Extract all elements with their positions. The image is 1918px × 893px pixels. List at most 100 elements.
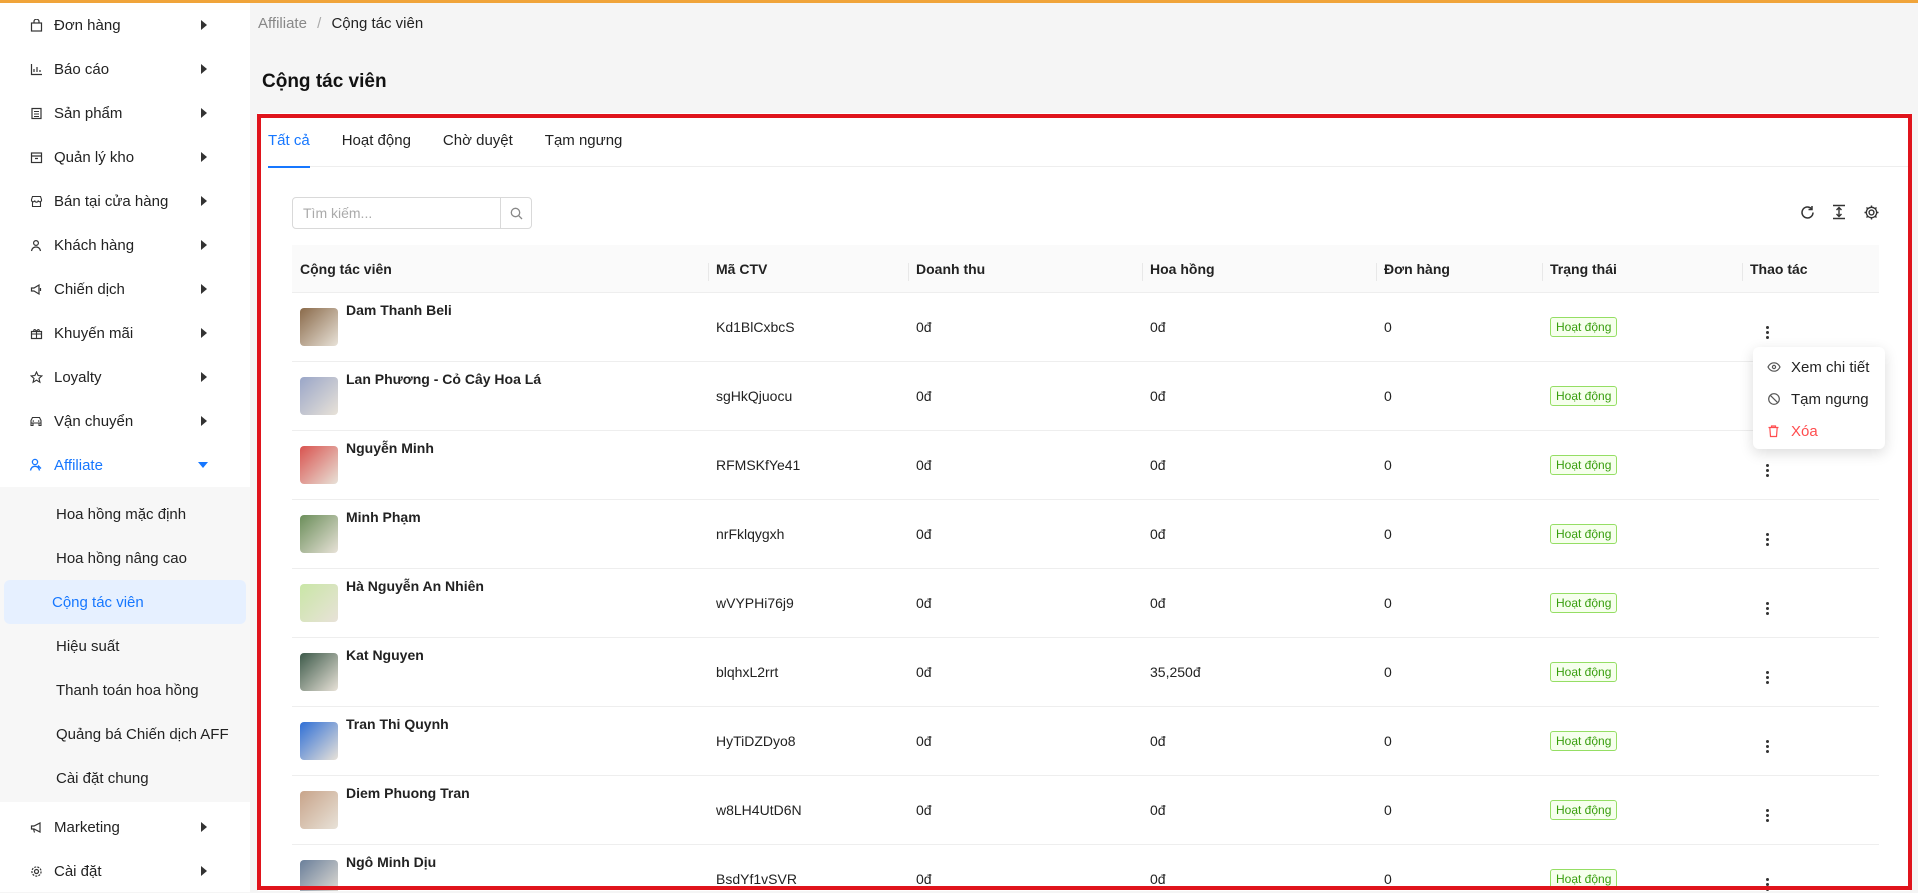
avatar [300, 584, 338, 622]
status-cell: Hoạt động [1542, 317, 1742, 337]
column-header: Thao tác [1742, 261, 1879, 281]
sidebar-item-top-1[interactable]: Báo cáo [0, 47, 250, 91]
bar-chart-icon [28, 61, 44, 77]
gear-icon[interactable] [1862, 203, 1880, 221]
sidebar-item-top-3[interactable]: Quản lý kho [0, 135, 250, 179]
affiliate-code: BsdYf1vSVR [716, 871, 797, 887]
chevron-right-icon [201, 328, 207, 338]
sidebar-subitem-4[interactable]: Thanh toán hoa hồng [4, 668, 246, 712]
sidebar-item-affiliate[interactable]: Affiliate [0, 443, 250, 487]
avatar [300, 860, 338, 891]
table-row[interactable]: Lan Phương - Cỏ Cây Hoa Lá sgHkQjuocu 0đ 0đ… [292, 362, 1879, 431]
avatar [300, 515, 338, 553]
sidebar-item-label: Đơn hàng [54, 16, 121, 34]
tab-0[interactable]: Tất cả [268, 113, 310, 168]
sidebar-item-top-2[interactable]: Sản phẩm [0, 91, 250, 135]
table-row[interactable]: Minh Phạm nrFklqygxh 0đ 0đ 0 Hoạt động [292, 500, 1879, 569]
revenue-value: 0đ [916, 733, 932, 749]
sidebar-item-label: Affiliate [54, 456, 103, 474]
affiliate-name[interactable]: Lan Phương - Cỏ Cây Hoa Lá [346, 371, 541, 387]
sidebar-item-label: Bán tại cửa hàng [54, 192, 169, 210]
sidebar-item-bottom-1[interactable]: Cài đặt [0, 849, 250, 893]
view-detail-item[interactable]: Xem chi tiết [1753, 351, 1885, 383]
sidebar-subitem-5[interactable]: Quảng bá Chiến dịch AFF [4, 712, 246, 756]
affiliate-name[interactable]: Diem Phuong Tran [346, 785, 470, 801]
sidebar-item-top-9[interactable]: Vận chuyển [0, 399, 250, 443]
sidebar-item-top-5[interactable]: Khách hàng [0, 223, 250, 267]
tab-3[interactable]: Tạm ngưng [545, 113, 623, 167]
affiliate-name[interactable]: Dam Thanh Beli [346, 302, 452, 318]
actions-cell [1742, 523, 1879, 546]
table-row[interactable]: Dam Thanh Beli Kd1BlCxbcS 0đ 0đ 0 Hoạt động [292, 293, 1879, 362]
more-vertical-icon[interactable] [1762, 463, 1772, 477]
orders-count: 0 [1384, 664, 1392, 680]
affiliate-name[interactable]: Minh Phạm [346, 509, 421, 525]
table-row[interactable]: Tran Thi Quynh HyTiDZDyo8 0đ 0đ 0 Hoạt động [292, 707, 1879, 776]
status-badge: Hoạt động [1550, 317, 1618, 337]
table-row[interactable]: Diem Phuong Tran w8LH4UtD6N 0đ 0đ 0 Hoạt động [292, 776, 1879, 845]
sidebar-subitem-0[interactable]: Hoa hồng mặc định [4, 492, 246, 536]
more-vertical-icon[interactable] [1762, 808, 1772, 822]
status-cell: Hoạt động [1542, 731, 1742, 751]
star-icon [28, 369, 44, 385]
affiliate-user: Hà Nguyễn An Nhiên [300, 578, 708, 622]
chevron-right-icon [201, 372, 207, 382]
suspend-item[interactable]: Tạm ngưng [1753, 383, 1885, 415]
chevron-right-icon [201, 284, 207, 294]
sidebar-item-top-4[interactable]: Bán tại cửa hàng [0, 179, 250, 223]
column-header: Đơn hàng [1376, 261, 1542, 281]
more-vertical-icon[interactable] [1762, 532, 1772, 546]
search-box [292, 197, 532, 229]
breadcrumb-root[interactable]: Affiliate [258, 15, 307, 32]
sidebar-item-top-7[interactable]: Khuyến mãi [0, 311, 250, 355]
affiliate-name[interactable]: Kat Nguyen [346, 647, 424, 663]
affiliate-user: Diem Phuong Tran [300, 785, 708, 829]
affiliate-cell: Diem Phuong Tran [292, 785, 708, 829]
affiliate-name[interactable]: Hà Nguyễn An Nhiên [346, 578, 484, 594]
main-content: Affiliate / Cộng tác viên Cộng tác viên … [250, 3, 1918, 892]
megaphone-icon [28, 281, 44, 297]
affiliate-name[interactable]: Nguyễn Minh [346, 440, 434, 456]
sidebar-subitem-2[interactable]: Cộng tác viên [4, 580, 246, 624]
more-vertical-icon[interactable] [1762, 739, 1772, 753]
column-height-icon[interactable] [1830, 203, 1848, 221]
more-vertical-icon[interactable] [1762, 601, 1772, 615]
search-input[interactable] [293, 198, 500, 228]
orders-count: 0 [1384, 388, 1392, 404]
affiliate-name[interactable]: Ngô Minh Dịu [346, 854, 436, 870]
tab-1[interactable]: Hoạt động [342, 113, 411, 167]
sidebar-item-top-6[interactable]: Chiến dịch [0, 267, 250, 311]
sidebar-subitem-6[interactable]: Cài đặt chung [4, 756, 246, 800]
affiliate-name[interactable]: Tran Thi Quynh [346, 716, 449, 732]
status-badge: Hoạt động [1550, 455, 1618, 475]
sidebar-subitem-1[interactable]: Hoa hồng nâng cao [4, 536, 246, 580]
status-badge: Hoạt động [1550, 662, 1618, 682]
tab-2[interactable]: Chờ duyệt [443, 113, 513, 167]
table-row[interactable]: Kat Nguyen blqhxL2rrt 0đ 35,250đ 0 Hoạt động [292, 638, 1879, 707]
refresh-icon[interactable] [1798, 203, 1816, 221]
more-vertical-icon[interactable] [1762, 670, 1772, 684]
actions-cell [1742, 661, 1879, 684]
sidebar-subitem-3[interactable]: Hiệu suất [4, 624, 246, 668]
avatar [300, 791, 338, 829]
table-row[interactable]: Nguyễn Minh RFMSKfYe41 0đ 0đ 0 Hoạt động [292, 431, 1879, 500]
status-badge: Hoạt động [1550, 869, 1618, 889]
affiliate-user: Minh Phạm [300, 509, 708, 553]
sidebar-item-top-0[interactable]: Đơn hàng [0, 3, 250, 47]
warehouse-icon [28, 149, 44, 165]
sidebar-item-bottom-0[interactable]: Marketing [0, 805, 250, 849]
orders-count: 0 [1384, 526, 1392, 542]
status-cell: Hoạt động [1542, 455, 1742, 475]
sidebar-item-top-8[interactable]: Loyalty [0, 355, 250, 399]
gift-icon [28, 325, 44, 341]
status-cell: Hoạt động [1542, 593, 1742, 613]
table-row[interactable]: Ngô Minh Dịu BsdYf1vSVR 0đ 0đ 0 Hoạt động [292, 845, 1879, 891]
search-button[interactable] [500, 198, 531, 228]
delete-item[interactable]: Xóa [1753, 415, 1885, 447]
more-vertical-icon[interactable] [1762, 325, 1772, 339]
breadcrumb-current: Cộng tác viên [331, 15, 424, 32]
affiliate-code: RFMSKfYe41 [716, 457, 801, 473]
more-vertical-icon[interactable] [1762, 877, 1772, 891]
product-icon [28, 105, 44, 121]
table-row[interactable]: Hà Nguyễn An Nhiên wVYPHi76j9 0đ 0đ 0 Hoạt độ… [292, 569, 1879, 638]
